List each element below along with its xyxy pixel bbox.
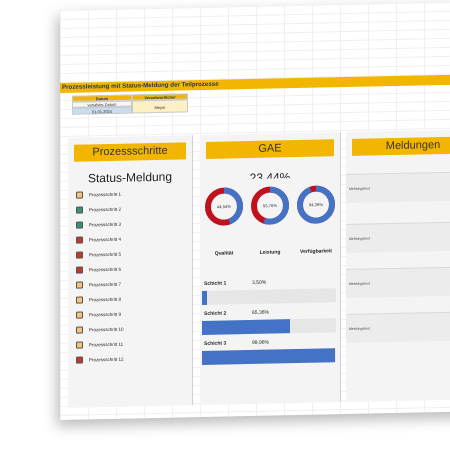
status-indicator-icon [76, 251, 83, 259]
status-indicator-icon [76, 356, 83, 364]
donut-label: Verfügbarkeit [300, 248, 332, 255]
message-text: Meldungstext [349, 281, 370, 286]
meldungen-panel: Meldungen Meldungstext Meldungstext Meldun… [346, 129, 450, 403]
shift-value: 98,96% [252, 339, 269, 346]
gae-header: GAE [206, 139, 334, 159]
message-text: Meldungstext [349, 326, 370, 331]
shift-bar-fill [202, 348, 335, 366]
kpi-donut: 55,76% [250, 185, 290, 226]
message-text: Meldungstext [349, 186, 370, 191]
shift-bar-fill [202, 319, 290, 336]
status-indicator-icon [76, 221, 83, 229]
status-indicator-icon [76, 191, 83, 199]
shift-label: Schicht 3 98,96% [204, 340, 269, 347]
step-item: Prozessschritt 7 [76, 280, 121, 290]
shift-name: Schicht 1 [204, 280, 227, 287]
step-item: Prozessschritt 6 [76, 265, 121, 275]
donut-label: Qualität [214, 250, 234, 257]
status-title: Status-Meldung [87, 169, 173, 186]
step-item: Prozessschritt 11 [76, 340, 123, 350]
step-item: Prozessschritt 10 [76, 325, 124, 335]
status-indicator-icon [76, 281, 83, 289]
step-label: Prozessschritt 8 [89, 296, 122, 303]
message-text: Meldungstext [349, 236, 370, 241]
donut-label: Leistung [259, 249, 281, 256]
step-item: Prozessschritt 12 [76, 355, 124, 365]
info-table: Datum Verantwortlicher variables Datum 0… [72, 93, 192, 126]
step-label: Prozessschritt 1 [89, 191, 122, 198]
meldungen-header: Meldungen [352, 136, 450, 156]
step-label: Prozessschritt 4 [89, 236, 122, 243]
message-row[interactable]: Meldungstext [346, 171, 450, 204]
prozessschritte-header: Prozessschritte [74, 142, 186, 162]
shift-bar-track [202, 348, 336, 366]
step-label: Prozessschritt 5 [89, 251, 122, 258]
responsible-value-cell[interactable]: Meyer [132, 99, 188, 114]
shift-bar-track [202, 318, 336, 336]
shift-value: 3,50% [252, 279, 267, 286]
shift-bar-fill [202, 290, 207, 306]
step-label: Prozessschritt 10 [89, 326, 124, 333]
step-label: Prozessschritt 2 [89, 206, 122, 213]
step-item: Prozessschritt 1 [76, 190, 121, 200]
status-indicator-icon [76, 341, 83, 349]
shift-name: Schicht 2 [204, 310, 227, 317]
message-row[interactable]: Meldungstext [346, 311, 450, 344]
step-label: Prozessschritt 9 [89, 311, 122, 318]
spreadsheet-page: Prozessleistung mit Status-Meldung der T… [60, 1, 450, 421]
kpi-donut: 44,54% [204, 186, 244, 227]
shift-bar-track [202, 288, 336, 306]
status-indicator-icon [76, 206, 83, 214]
step-item: Prozessschritt 8 [76, 295, 121, 305]
step-item: Prozessschritt 2 [76, 205, 121, 215]
gae-value: 23,44% [249, 170, 291, 181]
step-label: Prozessschritt 6 [89, 266, 122, 273]
step-label: Prozessschritt 3 [89, 221, 122, 228]
donut-value-label: 55,76% [263, 203, 277, 208]
donut-value-label: 44,54% [217, 204, 231, 209]
kpi-donut: 94,39% [296, 184, 336, 225]
status-indicator-icon [76, 236, 83, 244]
status-indicator-icon [76, 296, 83, 304]
donut-value-label: 94,39% [309, 202, 323, 207]
gae-panel: GAE 23,44% 44,54% Qualität 55,76% Leistung 9… [200, 132, 341, 406]
shift-name: Schicht 3 [204, 340, 227, 347]
status-indicator-icon [76, 266, 83, 274]
prozessschritte-panel: Prozessschritte Status-Meldung Prozesssc… [68, 135, 193, 408]
step-item: Prozessschritt 5 [76, 250, 121, 260]
status-indicator-icon [76, 326, 83, 334]
step-label: Prozessschritt 7 [89, 281, 122, 288]
message-row[interactable]: Meldungstext [346, 266, 450, 299]
date-value-cell[interactable]: 01.01.2024 [72, 106, 132, 115]
message-row[interactable]: Meldungstext [346, 221, 450, 254]
shift-value: 65,36% [252, 309, 269, 316]
step-label: Prozessschritt 12 [89, 356, 124, 363]
shift-label: Schicht 1 3,50% [204, 280, 266, 287]
step-item: Prozessschritt 3 [76, 220, 121, 230]
status-indicator-icon [76, 311, 83, 319]
step-item: Prozessschritt 9 [76, 310, 121, 320]
step-item: Prozessschritt 4 [76, 235, 121, 245]
step-label: Prozessschritt 11 [89, 341, 124, 348]
document-preview: Prozessleistung mit Status-Meldung der T… [0, 0, 450, 450]
shift-label: Schicht 2 65,36% [204, 310, 269, 317]
